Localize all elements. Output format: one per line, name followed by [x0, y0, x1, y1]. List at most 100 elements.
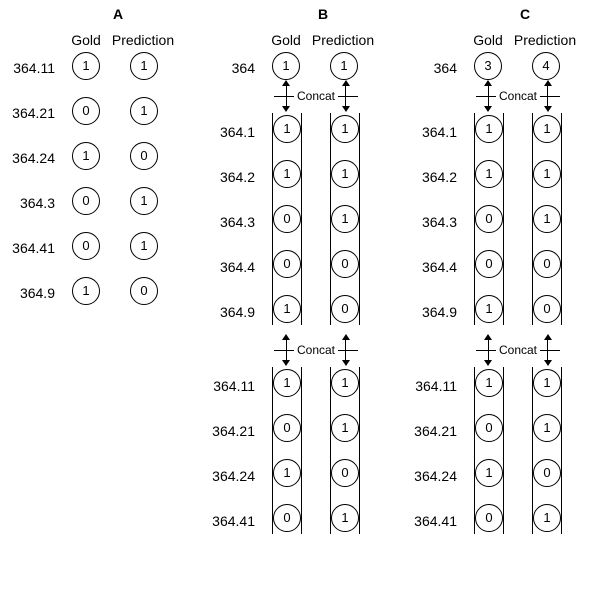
panel-b-row-label: 364.21	[200, 423, 255, 439]
vector-node: 0	[273, 205, 301, 233]
vector-node: 1	[273, 160, 301, 188]
vector-node: 0	[331, 250, 359, 278]
vector-node: 1	[533, 504, 561, 532]
vector-node: 0	[331, 459, 359, 487]
vector-node: 1	[273, 115, 301, 143]
figure-root: A Gold Prediction 364.11 364.21 364.24 3…	[0, 0, 608, 592]
panel-b-row-label: 364.3	[200, 214, 255, 230]
panel-a-row-label: 364.3	[0, 195, 55, 211]
vector-node: 1	[331, 115, 359, 143]
vector-node: 0	[273, 504, 301, 532]
panel-c-gold-t1: 1 1 0 0 1	[474, 113, 504, 325]
panel-b-row-label: 364.24	[200, 468, 255, 484]
panel-c-gold-header: Gold	[468, 32, 508, 48]
panel-b-label: B	[318, 6, 328, 22]
panel-b-pred-t2: 1 1 0 1	[330, 367, 360, 534]
panel-b-row-label: 364.41	[200, 513, 255, 529]
panel-a-label: A	[113, 6, 123, 22]
vector-node: 1	[533, 115, 561, 143]
panel-a-row-label: 364.9	[0, 285, 55, 301]
panel-b-gold-t1: 1 1 0 0 1	[272, 113, 302, 325]
vector-node: 1	[72, 142, 100, 170]
panel-b-gold-t2: 1 0 1 0	[272, 367, 302, 534]
vector-node: 1	[331, 369, 359, 397]
panel-a-pred-header: Prediction	[108, 32, 178, 48]
vector-node: 3	[474, 52, 502, 80]
panel-b-concat-1: Concat	[268, 336, 364, 364]
panel-c-row-label: 364.41	[402, 513, 457, 529]
concat-label: Concat	[496, 89, 540, 103]
panel-c-row-label: 364.11	[402, 378, 457, 394]
panel-c-gold-t2: 1 0 1 0	[474, 367, 504, 534]
vector-node: 0	[72, 187, 100, 215]
vector-node: 1	[475, 295, 503, 323]
vector-node: 0	[475, 414, 503, 442]
panel-b-gold-header: Gold	[266, 32, 306, 48]
vector-node: 1	[475, 115, 503, 143]
vector-node: 1	[331, 504, 359, 532]
vector-node: 1	[533, 414, 561, 442]
panel-b-pred-t1: 1 1 1 0 0	[330, 113, 360, 325]
vector-node: 0	[533, 459, 561, 487]
vector-node: 1	[330, 52, 358, 80]
panel-c-pred-t0: 4	[532, 50, 560, 82]
vector-node: 4	[532, 52, 560, 80]
panel-b-pred-header: Prediction	[308, 32, 378, 48]
panel-c-row-label: 364.2	[402, 169, 457, 185]
vector-node: 0	[475, 250, 503, 278]
vector-node: 0	[475, 504, 503, 532]
vector-node: 1	[273, 369, 301, 397]
panel-c-gold-t0: 3	[474, 50, 502, 82]
panel-b-row-label: 364.4	[200, 259, 255, 275]
panel-c-concat-0: Concat	[470, 82, 566, 110]
panel-b-row-label: 364	[200, 60, 255, 76]
vector-node: 0	[533, 295, 561, 323]
vector-node: 1	[130, 232, 158, 260]
vector-node: 1	[130, 187, 158, 215]
panel-a-row-label: 364.11	[0, 60, 55, 76]
panel-b-concat-0: Concat	[268, 82, 364, 110]
panel-b-row-label: 364.9	[200, 304, 255, 320]
vector-node: 0	[475, 205, 503, 233]
panel-c-row-label: 364.4	[402, 259, 457, 275]
vector-node: 1	[273, 459, 301, 487]
vector-node: 0	[331, 295, 359, 323]
panel-c-row-label: 364.21	[402, 423, 457, 439]
panel-c-pred-t1: 1 1 1 0 0	[532, 113, 562, 325]
panel-b-row-label: 364.11	[200, 378, 255, 394]
panel-a-row-label: 364.24	[0, 150, 55, 166]
vector-node: 1	[72, 52, 100, 80]
vector-node: 0	[130, 277, 158, 305]
vector-node: 1	[272, 52, 300, 80]
vector-node: 1	[533, 205, 561, 233]
vector-node: 1	[533, 369, 561, 397]
panel-c-row-label: 364	[402, 60, 457, 76]
panel-a-gold-header: Gold	[66, 32, 106, 48]
vector-node: 0	[273, 414, 301, 442]
vector-node: 1	[475, 160, 503, 188]
vector-node: 0	[130, 142, 158, 170]
vector-node: 1	[273, 295, 301, 323]
vector-node: 1	[72, 277, 100, 305]
panel-c-row-label: 364.24	[402, 468, 457, 484]
vector-node: 1	[331, 414, 359, 442]
vector-node: 1	[475, 459, 503, 487]
vector-node: 1	[331, 205, 359, 233]
panel-b-pred-t0: 1	[330, 50, 358, 82]
vector-node: 1	[130, 97, 158, 125]
panel-c-row-label: 364.3	[402, 214, 457, 230]
panel-c-row-label: 364.9	[402, 304, 457, 320]
concat-label: Concat	[294, 343, 338, 357]
panel-a-row-label: 364.41	[0, 240, 55, 256]
panel-b-row-label: 364.1	[200, 124, 255, 140]
vector-node: 0	[273, 250, 301, 278]
panel-a-row-label: 364.21	[0, 105, 55, 121]
panel-c-concat-1: Concat	[470, 336, 566, 364]
concat-label: Concat	[496, 343, 540, 357]
vector-node: 0	[72, 97, 100, 125]
vector-node: 1	[331, 160, 359, 188]
panel-b-gold-t0: 1	[272, 50, 300, 82]
vector-node: 0	[533, 250, 561, 278]
panel-b-row-label: 364.2	[200, 169, 255, 185]
panel-c-pred-t2: 1 1 0 1	[532, 367, 562, 534]
